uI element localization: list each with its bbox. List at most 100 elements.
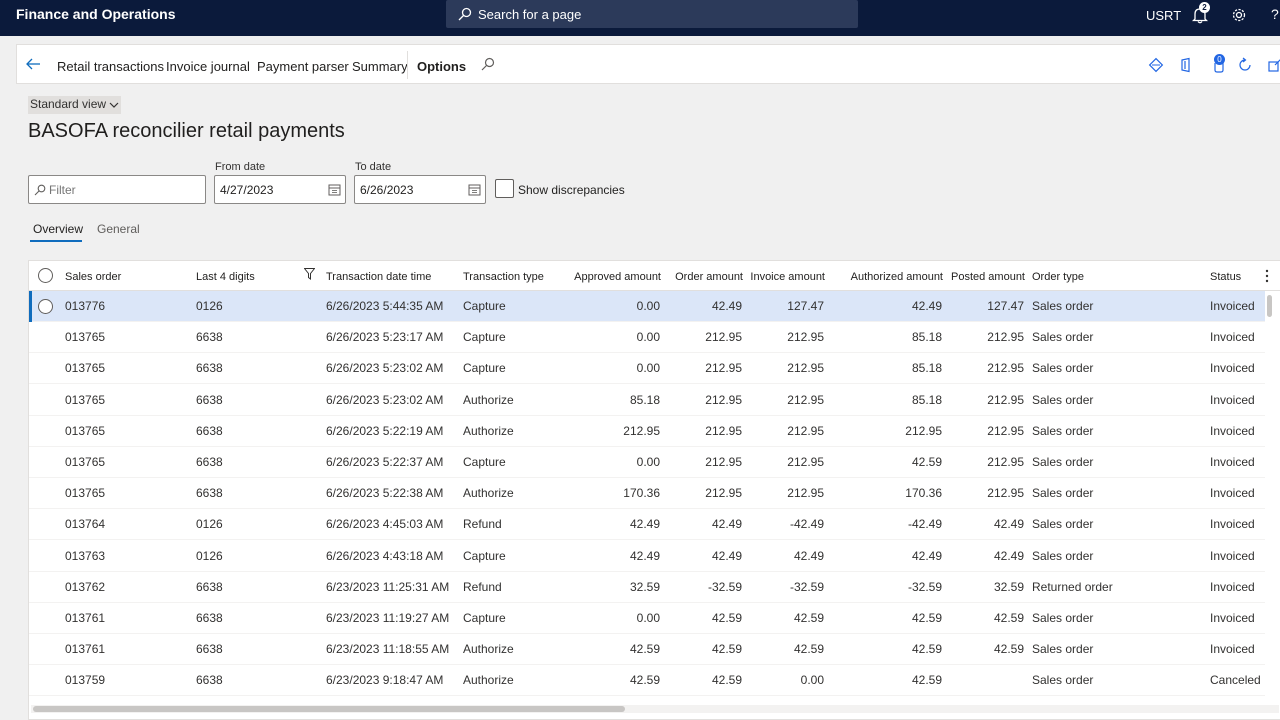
action-payment-parser[interactable]: Payment parser xyxy=(257,59,349,74)
col-order-type[interactable]: Order type xyxy=(1032,271,1084,283)
view-selector[interactable]: Standard view xyxy=(28,96,122,114)
search-placeholder: Search for a page xyxy=(478,7,582,22)
table-row[interactable]: 013759 6638 6/23/2023 9:18:47 AM Authorize 4… xyxy=(29,665,1265,697)
calendar-icon[interactable] xyxy=(328,183,341,196)
filter-input[interactable] xyxy=(49,181,199,199)
cell-approved-amount: 0.00 xyxy=(636,455,660,469)
table-row[interactable]: 013765 6638 6/26/2023 5:22:38 AM Authorize 1… xyxy=(29,478,1265,510)
table-row[interactable]: 013765 6638 6/26/2023 5:23:02 AM Capture 0.0… xyxy=(29,353,1265,385)
col-invoice-amount[interactable]: Invoice amount xyxy=(745,271,825,283)
cell-sales-order: 013765 xyxy=(65,330,106,345)
from-date-field[interactable]: 4/27/2023 xyxy=(214,175,346,204)
cell-order-type: Sales order xyxy=(1032,392,1094,407)
col-last-4-digits[interactable]: Last 4 digits xyxy=(196,271,255,283)
help-icon[interactable]: ? xyxy=(1271,6,1279,22)
vertical-scrollbar[interactable] xyxy=(1267,295,1272,317)
table-row[interactable]: 013761 6638 6/23/2023 11:19:27 AM Capture 0.… xyxy=(29,603,1265,634)
cell-authorized-amount: 212.95 xyxy=(905,423,942,438)
cell-transaction-date-time: 6/23/2023 11:25:31 AM xyxy=(326,579,450,594)
row-select-circle[interactable] xyxy=(38,299,53,314)
cell-transaction-type: Authorize xyxy=(463,642,514,657)
app-title[interactable]: Finance and Operations xyxy=(16,6,175,22)
col-approved-amount[interactable]: Approved amount xyxy=(561,271,661,283)
cell-transaction-date-time: 6/23/2023 11:18:55 AM xyxy=(326,642,450,657)
global-search[interactable]: Search for a page xyxy=(446,0,858,28)
cell-transaction-type: Refund xyxy=(463,517,502,532)
table-row[interactable]: 013762 6638 6/23/2023 11:25:31 AM Refund 32.… xyxy=(29,572,1265,603)
col-sales-order[interactable]: Sales order xyxy=(65,271,121,283)
company-selector[interactable]: USRT xyxy=(1146,8,1181,23)
to-date-field[interactable]: 6/26/2023 xyxy=(354,175,486,204)
cell-order-amount: 212.95 xyxy=(705,392,742,407)
col-posted-amount[interactable]: Posted amount xyxy=(945,271,1025,283)
cell-transaction-type: Authorize xyxy=(463,392,514,407)
table-row[interactable]: 013764 0126 6/26/2023 4:45:03 AM Refund 42.4… xyxy=(29,509,1265,541)
table-row[interactable]: 013765 6638 6/26/2023 5:23:17 AM Capture 0.0… xyxy=(29,322,1265,354)
cell-status: Invoiced xyxy=(1210,548,1255,563)
cell-transaction-date-time: 6/23/2023 11:19:27 AM xyxy=(326,611,450,625)
back-arrow-icon[interactable] xyxy=(25,56,41,72)
action-invoice-journal[interactable]: Invoice journal xyxy=(166,59,250,74)
gear-icon[interactable] xyxy=(1231,7,1247,23)
col-status[interactable]: Status xyxy=(1210,271,1241,283)
action-summary[interactable]: Summary xyxy=(352,59,408,74)
col-transaction-date-time[interactable]: Transaction date time xyxy=(326,271,431,283)
cell-status: Invoiced xyxy=(1210,486,1255,501)
cell-status: Invoiced xyxy=(1210,361,1255,376)
filter-box[interactable] xyxy=(28,175,206,204)
table-row[interactable]: 013765 6638 6/26/2023 5:22:19 AM Authorize 2… xyxy=(29,416,1265,447)
cell-transaction-type: Authorize xyxy=(463,486,514,501)
cell-posted-amount: 42.59 xyxy=(993,642,1024,657)
cell-order-type: Sales order xyxy=(1032,517,1094,532)
show-discrepancies-label[interactable]: Show discrepancies xyxy=(518,183,625,197)
cell-invoice-amount: -42.49 xyxy=(789,517,824,532)
cell-transaction-type: Authorize xyxy=(463,423,514,438)
action-options[interactable]: Options xyxy=(417,59,466,74)
horizontal-scrollbar[interactable] xyxy=(33,706,625,712)
cell-posted-amount: 32.59 xyxy=(993,579,1024,594)
cell-status: Invoiced xyxy=(1210,392,1255,407)
diamond-icon[interactable] xyxy=(1148,57,1164,73)
cell-transaction-date-time: 6/26/2023 5:44:35 AM xyxy=(326,299,444,313)
open-new-window-icon[interactable] xyxy=(1267,57,1280,73)
office-icon[interactable] xyxy=(1178,57,1194,73)
table-row[interactable]: 013776 0126 6/26/2023 5:44:35 AM Capture 0.0… xyxy=(29,291,1265,322)
tab-general[interactable]: General xyxy=(97,222,140,236)
top-nav-bar: Finance and Operations Search for a page… xyxy=(0,0,1280,36)
filter-funnel-icon[interactable] xyxy=(304,268,315,280)
cell-approved-amount: 212.95 xyxy=(623,423,660,438)
to-date-label: To date xyxy=(355,161,392,173)
table-row[interactable]: 013765 6638 6/26/2023 5:23:02 AM Authorize 8… xyxy=(29,385,1265,416)
cell-invoice-amount: 42.59 xyxy=(793,642,824,657)
action-retail-transactions[interactable]: Retail transactions xyxy=(57,59,164,74)
more-options-icon[interactable] xyxy=(1265,269,1269,283)
cell-authorized-amount: 42.59 xyxy=(911,455,942,469)
table-row[interactable]: 013761 6638 6/23/2023 11:18:55 AM Authorize… xyxy=(29,634,1265,666)
cell-status: Invoiced xyxy=(1210,579,1255,594)
col-transaction-type[interactable]: Transaction type xyxy=(463,271,544,283)
cell-transaction-date-time: 6/23/2023 9:18:47 AM xyxy=(326,673,444,688)
cell-approved-amount: 0.00 xyxy=(636,330,660,345)
cell-last-4-digits: 0126 xyxy=(196,548,223,563)
cell-order-type: Sales order xyxy=(1032,361,1094,376)
cell-posted-amount: 212.95 xyxy=(987,361,1024,376)
cell-order-type: Sales order xyxy=(1032,330,1094,345)
select-all-circle[interactable] xyxy=(38,268,53,283)
cell-approved-amount: 42.59 xyxy=(629,642,660,657)
refresh-icon[interactable] xyxy=(1237,57,1253,73)
col-authorized-amount[interactable]: Authorized amount xyxy=(837,271,943,283)
transactions-grid: Sales order Last 4 digits Transaction da… xyxy=(28,260,1280,720)
tab-overview[interactable]: Overview xyxy=(33,222,83,236)
table-row[interactable]: 013763 0126 6/26/2023 4:43:18 AM Capture 42.… xyxy=(29,541,1265,572)
cell-order-amount: 212.95 xyxy=(705,361,742,376)
table-row[interactable]: 013765 6638 6/26/2023 5:22:37 AM Capture 0.0… xyxy=(29,447,1265,478)
search-icon[interactable] xyxy=(481,57,495,71)
cell-sales-order: 013764 xyxy=(65,517,106,532)
calendar-icon[interactable] xyxy=(468,183,481,196)
cell-posted-amount: 42.49 xyxy=(993,517,1024,532)
cell-approved-amount: 0.00 xyxy=(636,361,660,376)
cell-last-4-digits: 6638 xyxy=(196,423,223,438)
show-discrepancies-checkbox[interactable] xyxy=(495,179,514,198)
col-order-amount[interactable]: Order amount xyxy=(663,271,743,283)
cell-order-amount: 212.95 xyxy=(705,455,742,469)
